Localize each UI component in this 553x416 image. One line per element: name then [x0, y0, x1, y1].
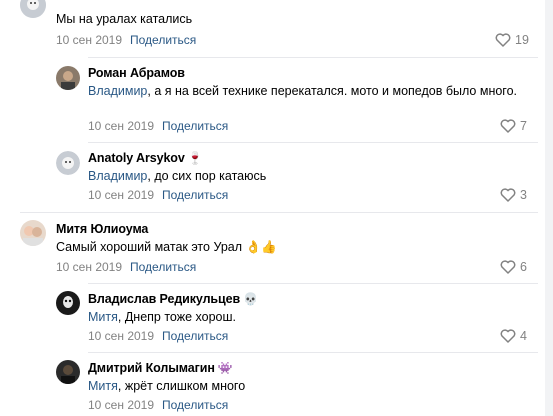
- comments-thread: Мы на уралах катались 10 сен 2019 Поделит…: [0, 0, 553, 416]
- share-link[interactable]: Поделиться: [162, 329, 228, 343]
- comment-date[interactable]: 10 сен 2019: [56, 260, 122, 274]
- comment-date[interactable]: 10 сен 2019: [88, 398, 154, 412]
- comment-text: Митя, Днепр тоже хорош.: [88, 309, 518, 326]
- dog-avatar-icon: [20, 0, 46, 18]
- share-link[interactable]: Поделиться: [162, 188, 228, 202]
- heart-icon: [500, 188, 516, 202]
- mention-link[interactable]: Митя: [88, 310, 118, 324]
- share-link[interactable]: Поделиться: [162, 119, 228, 133]
- comment-text: Мы на уралах катались: [56, 11, 486, 28]
- comment-author[interactable]: Митя Юлиоума: [56, 222, 148, 236]
- divider: [88, 57, 538, 58]
- heart-icon: [495, 33, 511, 47]
- comment-body: , жрёт слишком много: [117, 379, 246, 393]
- avatar[interactable]: [56, 291, 80, 315]
- user-photo-icon: [56, 66, 80, 90]
- like-count: 7: [520, 119, 527, 133]
- comment-date[interactable]: 10 сен 2019: [88, 329, 154, 343]
- mention-link[interactable]: Владимир: [88, 169, 147, 183]
- like-count: 4: [520, 329, 527, 343]
- comment-body: Мы на уралах катались: [56, 12, 193, 26]
- author-name[interactable]: Митя Юлиоума: [56, 222, 148, 236]
- comment-body: , а я на всей технике перекатался. мото …: [147, 84, 518, 98]
- heart-icon: [500, 329, 516, 343]
- comment-date[interactable]: 10 сен 2019: [88, 188, 154, 202]
- avatar[interactable]: [20, 0, 46, 18]
- comment-body: , до сих пор катаюсь: [147, 169, 267, 183]
- divider: [88, 283, 538, 284]
- comment-author[interactable]: Роман Абрамов: [88, 66, 185, 80]
- like-button[interactable]: 3: [500, 188, 527, 202]
- like-count: 3: [520, 188, 527, 202]
- share-link[interactable]: Поделиться: [162, 398, 228, 412]
- user-photo-icon: [56, 291, 80, 315]
- mention-link[interactable]: Митя: [88, 379, 118, 393]
- share-link[interactable]: Поделиться: [130, 260, 196, 274]
- author-name[interactable]: Дмитрий Колымагин: [88, 361, 215, 375]
- comment-meta: 10 сен 2019 Поделиться: [88, 329, 228, 343]
- dog-avatar-icon: [56, 151, 80, 175]
- comment-date[interactable]: 10 сен 2019: [88, 119, 154, 133]
- wine-glass-icon: 🍷: [187, 151, 203, 165]
- divider: [88, 142, 538, 143]
- comment-body: , Днепр тоже хорош.: [117, 310, 236, 324]
- avatar[interactable]: [56, 360, 80, 384]
- comment-author[interactable]: Anatoly Arsykov 🍷: [88, 151, 203, 165]
- comment-meta: 10 сен 2019 Поделиться: [56, 260, 196, 274]
- comment-meta: 10 сен 2019 Поделиться: [88, 188, 228, 202]
- author-name[interactable]: Владислав Редикульцев: [88, 292, 240, 306]
- skull-icon: 💀: [243, 292, 258, 306]
- comment-body: Самый хороший матак это Урал 👌👍: [56, 240, 277, 254]
- share-link[interactable]: Поделиться: [130, 33, 196, 47]
- comment-text: Владимир, а я на всей технике перекаталс…: [88, 83, 518, 100]
- avatar[interactable]: [20, 220, 46, 246]
- scrollbar[interactable]: [545, 0, 553, 416]
- comment-author[interactable]: Владислав Редикульцев 💀: [88, 292, 258, 306]
- comment-meta: 10 сен 2019 Поделиться: [56, 33, 196, 47]
- like-button[interactable]: 4: [500, 329, 527, 343]
- user-photo-icon: [20, 220, 46, 246]
- comment-text: Митя, жрёт слишком много: [88, 378, 518, 395]
- alien-monster-icon: 👾: [217, 361, 233, 375]
- like-button[interactable]: 6: [500, 260, 527, 274]
- mention-link[interactable]: Владимир: [88, 84, 147, 98]
- heart-icon: [500, 260, 516, 274]
- comment-meta: 10 сен 2019 Поделиться: [88, 119, 228, 133]
- author-name[interactable]: Anatoly Arsykov: [88, 151, 185, 165]
- divider: [88, 352, 538, 353]
- divider: [20, 212, 538, 213]
- like-count: 6: [520, 260, 527, 274]
- author-name[interactable]: Роман Абрамов: [88, 66, 185, 80]
- avatar[interactable]: [56, 66, 80, 90]
- comment-meta: 10 сен 2019 Поделиться: [88, 398, 228, 412]
- heart-icon: [500, 119, 516, 133]
- comment-author[interactable]: Дмитрий Колымагин 👾: [88, 361, 233, 375]
- comment-date[interactable]: 10 сен 2019: [56, 33, 122, 47]
- like-count: 19: [515, 33, 529, 47]
- like-button[interactable]: 19: [495, 33, 529, 47]
- comment-text: Владимир, до сих пор катаюсь: [88, 168, 518, 185]
- avatar[interactable]: [56, 151, 80, 175]
- comment-text: Самый хороший матак это Урал 👌👍: [56, 239, 486, 256]
- like-button[interactable]: 7: [500, 119, 527, 133]
- user-photo-icon: [56, 360, 80, 384]
